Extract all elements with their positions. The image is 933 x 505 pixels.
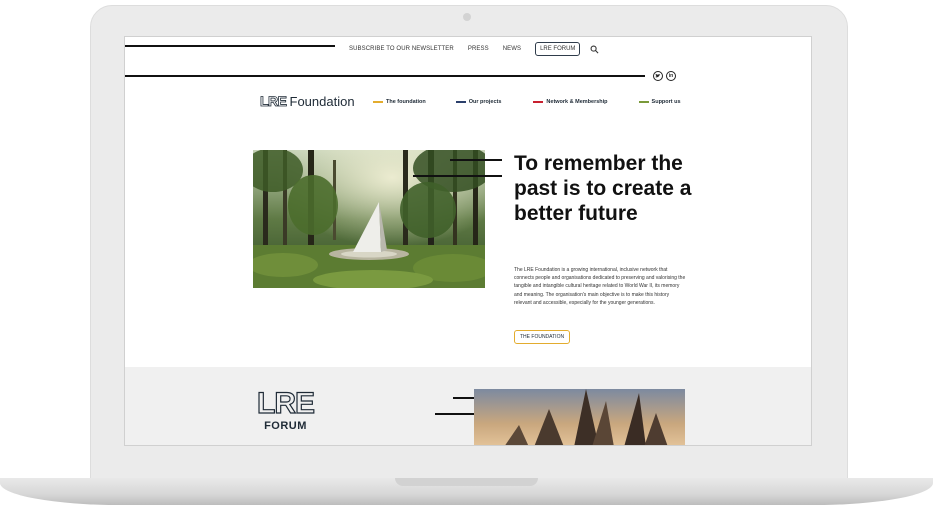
header-line-top: [125, 45, 335, 47]
forum-word: FORUM: [264, 420, 307, 432]
deco-line: [413, 175, 502, 177]
twitter-icon[interactable]: [653, 71, 663, 81]
nav-accent-bar: [373, 101, 383, 103]
brand-name: Foundation: [289, 93, 355, 109]
hero-description: The LRE Foundation is a growing internat…: [514, 267, 686, 306]
deco-line: [450, 159, 502, 161]
nav-accent-bar: [533, 101, 544, 103]
linkedin-icon[interactable]: in: [666, 71, 676, 81]
stage: SUBSCRIBE TO OUR NEWSLETTER PRESS NEWS L…: [0, 0, 933, 505]
forum-logo[interactable]: LRE FORUM: [256, 387, 315, 432]
browser-screen: SUBSCRIBE TO OUR NEWSLETTER PRESS NEWS L…: [124, 36, 812, 446]
nav-label: Support us: [651, 99, 681, 105]
lre-forum-button[interactable]: LRE FORUM: [535, 42, 581, 56]
camera-dot: [463, 13, 471, 21]
nav-item-foundation[interactable]: The foundation: [373, 99, 426, 105]
forum-section: LRE FORUM: [125, 367, 811, 445]
brand-mark: LRE: [260, 93, 288, 110]
search-icon[interactable]: [590, 45, 599, 54]
press-link[interactable]: PRESS: [468, 46, 489, 52]
forum-mark: LRE: [256, 387, 315, 420]
nav-accent-bar: [638, 101, 649, 103]
hero-headline: To remember the past is to create a bett…: [514, 152, 692, 225]
social-links: in: [653, 71, 676, 81]
nav-label: The foundation: [386, 99, 426, 105]
top-nav: SUBSCRIBE TO OUR NEWSLETTER PRESS NEWS L…: [349, 42, 599, 56]
the-foundation-button[interactable]: THE FOUNDATION: [514, 330, 571, 344]
nav-label: Our projects: [468, 99, 502, 105]
nav-label: Network & Membership: [546, 99, 608, 105]
main-nav: The foundation Our projects Network & Me…: [373, 99, 681, 105]
forum-image: [474, 389, 685, 445]
header-line-bottom: [125, 75, 645, 77]
brand-logo[interactable]: LRE Foundation: [260, 93, 355, 110]
laptop-notch: [395, 478, 538, 486]
nav-accent-bar: [455, 101, 466, 103]
hero-image: [253, 150, 485, 288]
nav-item-support[interactable]: Support us: [638, 99, 681, 105]
news-link[interactable]: NEWS: [503, 46, 521, 52]
newsletter-link[interactable]: SUBSCRIBE TO OUR NEWSLETTER: [349, 46, 454, 52]
nav-item-projects[interactable]: Our projects: [455, 99, 502, 105]
nav-item-network[interactable]: Network & Membership: [533, 99, 608, 105]
